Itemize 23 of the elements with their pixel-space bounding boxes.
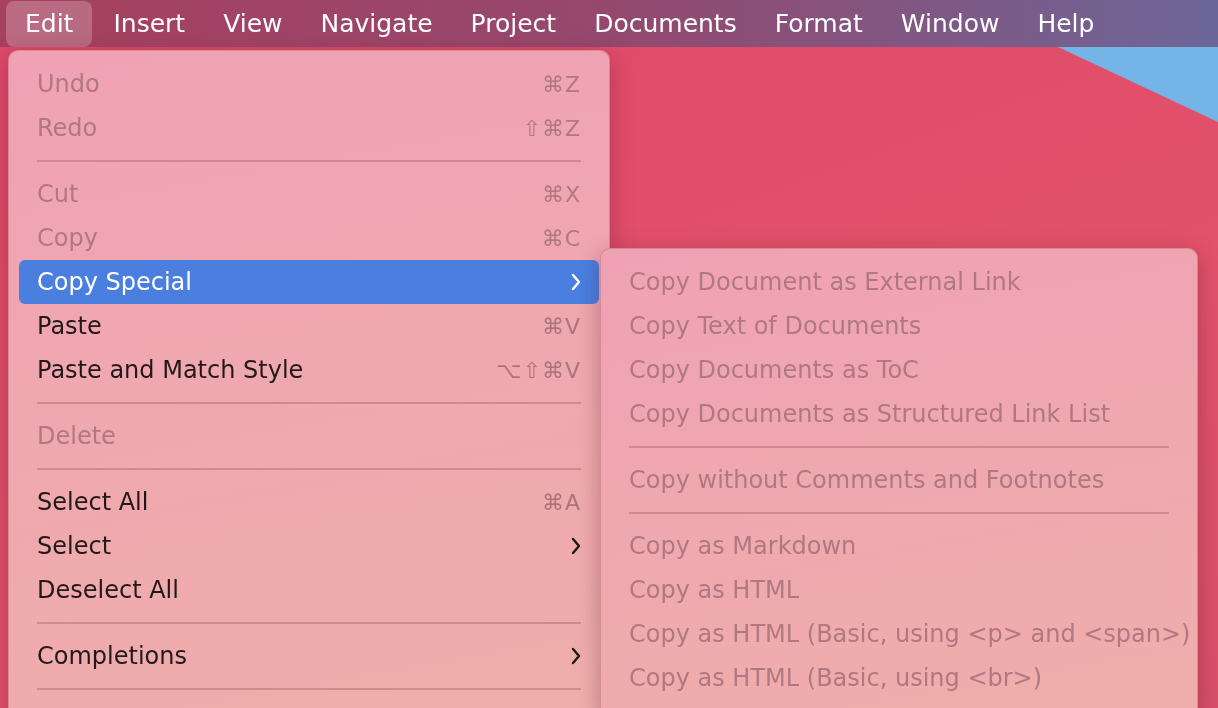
menu-item[interactable]: Copy Special	[19, 260, 599, 304]
menu-bar-item[interactable]: Window	[881, 0, 1019, 47]
menu-bar-item[interactable]: Project	[451, 0, 576, 47]
menu-item[interactable]: Select All ⌘A	[19, 480, 599, 524]
menu-bar-item[interactable]: Format	[755, 0, 882, 47]
menu-bar-item[interactable]: Help	[1018, 0, 1114, 47]
menu-bar-item[interactable]: Documents	[575, 0, 756, 47]
shortcut-label: ⌘A	[541, 489, 581, 515]
shortcut-label: ⌘Z	[541, 71, 581, 97]
menu-item[interactable]: Completions	[19, 634, 599, 678]
menu-bar-item[interactable]: Navigate	[301, 0, 452, 47]
menu-bar-item[interactable]: Insert	[94, 0, 205, 47]
shortcut-label: ⌘C	[541, 225, 581, 251]
menu-item[interactable]: Deselect All	[19, 568, 599, 612]
menu-bar-item[interactable]: Edit	[6, 0, 93, 47]
shortcut-label: ⌘X	[541, 181, 581, 207]
menu-item[interactable]: Paste and Match Style ⌥⇧⌘V	[19, 348, 599, 392]
menu-item[interactable]: Paste ⌘V	[19, 304, 599, 348]
shortcut-label: ⌘V	[541, 313, 581, 339]
menu-item[interactable]: Select	[19, 524, 599, 568]
shortcut-label: ⌥⇧⌘V	[496, 357, 581, 383]
shortcut-label: ⇧⌘Z	[522, 115, 581, 141]
menu-bar-item[interactable]: View	[204, 0, 302, 47]
